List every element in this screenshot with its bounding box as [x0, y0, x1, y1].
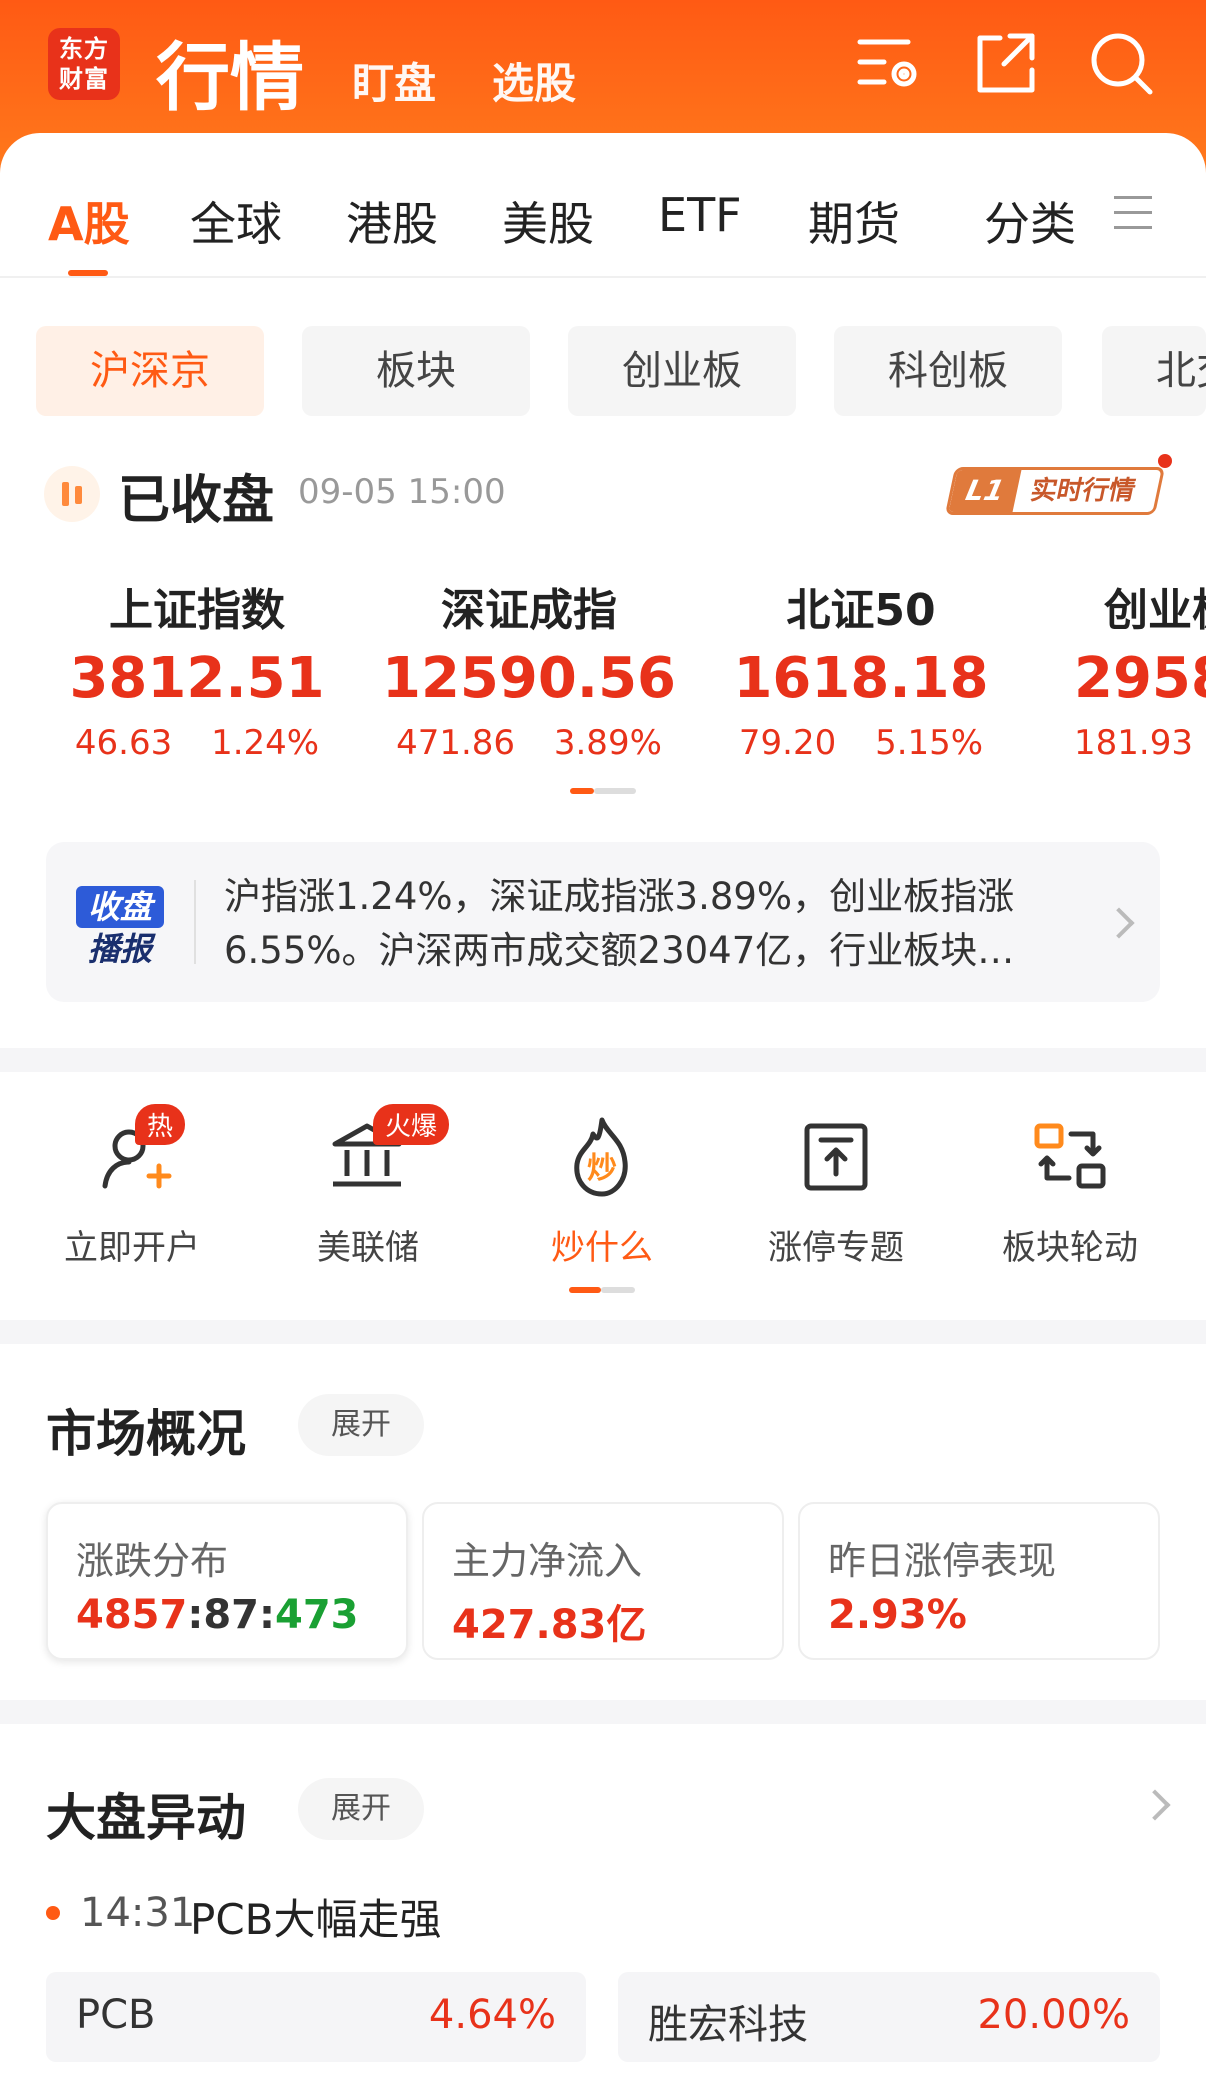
- chip-sector[interactable]: 板块: [302, 326, 530, 416]
- tab-a-shares[interactable]: A股: [48, 188, 130, 254]
- chip-star[interactable]: 科创板: [834, 326, 1062, 416]
- menu-icon[interactable]: [1114, 196, 1152, 236]
- tab-futures[interactable]: 期货: [808, 188, 900, 254]
- expand-button[interactable]: 展开: [298, 1394, 424, 1456]
- market-movement-title: 大盘异动: [46, 1789, 246, 1847]
- index-name: 北证50: [786, 585, 936, 636]
- market-overview-title: 市场概况: [46, 1405, 246, 1463]
- rotate-icon: [1034, 1123, 1106, 1189]
- limit-up-value: 2.93%: [828, 1592, 967, 1638]
- trending-badge: 火爆: [373, 1104, 450, 1145]
- tab-hk[interactable]: 港股: [346, 188, 438, 254]
- broadcast-text: 沪指涨1.24%，深证成指涨3.89%，创业板指涨6.55%。沪深两市成交额23…: [224, 875, 1015, 972]
- stock-row-pcb[interactable]: PCB 4.64%: [46, 1972, 586, 2062]
- quick-action-label: 涨停专题: [768, 1228, 904, 1268]
- index-change: 471.86 3.89%: [396, 723, 662, 763]
- quick-action-open-account[interactable]: 热 立即开户: [32, 1104, 232, 1269]
- quick-action-label: 美联储: [317, 1228, 419, 1268]
- fire-icon: 炒: [574, 1117, 628, 1197]
- quick-action-label: 板块轮动: [1002, 1228, 1138, 1268]
- notification-dot: [1158, 454, 1172, 468]
- index-change: 181.93: [1074, 723, 1193, 763]
- section-gap: [0, 1700, 1206, 1724]
- fire-glyph: 炒: [587, 1151, 617, 1186]
- net-inflow-value: 427.83亿: [452, 1602, 647, 1648]
- index-name: 创业板指: [1104, 585, 1206, 636]
- index-price: 12590.56: [381, 646, 677, 711]
- closing-broadcast[interactable]: 收盘 播报 沪指涨1.24%，深证成指涨3.89%，创业板指涨6.55%。沪深两…: [46, 842, 1160, 1002]
- broadcast-logo: 收盘 播报: [76, 886, 164, 970]
- stock-name: PCB: [76, 1992, 156, 2038]
- broadcast-logo-line1: 收盘: [76, 886, 164, 928]
- tab-category[interactable]: 分类: [984, 188, 1076, 254]
- stock-row-shenghong[interactable]: 胜宏科技 20.00%: [618, 1972, 1160, 2062]
- page-title: 行情: [156, 35, 304, 121]
- quick-action-what-to-trade[interactable]: 炒 炒什么: [502, 1112, 702, 1293]
- expand-button[interactable]: 展开: [298, 1778, 424, 1840]
- market-time: 09-05 15:00: [298, 472, 506, 512]
- index-card-sz[interactable]: 深证成指 12590.56 471.86 3.89%: [364, 574, 694, 763]
- index-price: 1618.18: [733, 646, 989, 711]
- tab-global[interactable]: 全球: [190, 188, 282, 254]
- realtime-quote-badge[interactable]: L1 实时行情: [944, 467, 1166, 515]
- quick-action-label: 立即开户: [64, 1228, 200, 1268]
- l1-label: L1: [948, 470, 1022, 512]
- section-gap: [0, 1048, 1206, 1072]
- realtime-label: 实时行情: [1027, 476, 1139, 506]
- stock-pct: 4.64%: [428, 1992, 556, 2038]
- chip-hushenjing[interactable]: 沪深京: [36, 326, 264, 416]
- divider: [0, 276, 1206, 278]
- chevron-right-icon: [1103, 907, 1135, 939]
- carousel-indicator: [570, 788, 636, 794]
- header-link-picker[interactable]: 选股: [492, 50, 576, 111]
- market-status: 已收盘: [118, 471, 275, 531]
- broadcast-logo-line2: 播报: [87, 930, 152, 968]
- stock-pct: 20.00%: [977, 1992, 1130, 2038]
- index-change: 79.20 5.15%: [738, 723, 984, 763]
- candlestick-icon: [44, 466, 100, 522]
- index-change: 46.63 1.24%: [74, 723, 320, 763]
- card-title: 昨日涨停表现: [828, 1539, 1057, 1583]
- broadcast-divider: [194, 880, 196, 964]
- stock-name: 胜宏科技: [648, 2002, 808, 2048]
- event-dot: [46, 1906, 60, 1920]
- up-down-value: 4857:87:473: [76, 1592, 359, 1638]
- quick-action-label: 炒什么: [551, 1228, 653, 1268]
- card-yesterday-limit-up[interactable]: 昨日涨停表现 2.93%: [798, 1502, 1160, 1660]
- event-title[interactable]: PCB大幅走强: [190, 1886, 441, 1947]
- app-logo[interactable]: 东方财富: [48, 28, 120, 100]
- event-time: 14:31: [80, 1890, 196, 1936]
- logo-text: 东方财富: [59, 35, 109, 93]
- search-icon[interactable]: [1086, 28, 1158, 100]
- chip-bse[interactable]: 北交: [1102, 326, 1206, 416]
- section-gap: [0, 1320, 1206, 1344]
- index-name: 上证指数: [109, 585, 285, 636]
- index-name: 深证成指: [441, 585, 617, 636]
- up-count: 4857: [76, 1592, 188, 1638]
- index-card-sh[interactable]: 上证指数 3812.51 46.63 1.24%: [32, 574, 362, 763]
- tab-us[interactable]: 美股: [502, 188, 594, 254]
- active-indicator: [569, 1287, 635, 1293]
- header-link-watch[interactable]: 盯盘: [352, 50, 436, 111]
- card-title: 主力净流入: [452, 1539, 643, 1583]
- quick-action-fed[interactable]: 火爆 美联储: [268, 1104, 468, 1269]
- index-card-cyb-clip: 创业板指 2958 181.93: [1040, 574, 1206, 774]
- index-card-bj50[interactable]: 北证50 1618.18 79.20 5.15%: [696, 574, 1026, 763]
- flat-count: 87: [203, 1592, 259, 1638]
- tab-etf[interactable]: ETF: [658, 188, 742, 242]
- index-price: 2958: [1074, 646, 1206, 711]
- quick-action-sector-rotation[interactable]: 板块轮动: [970, 1112, 1170, 1269]
- hot-badge: 热: [135, 1104, 186, 1145]
- quick-action-limit-up[interactable]: 涨停专题: [736, 1112, 936, 1269]
- card-title: 涨跌分布: [76, 1539, 229, 1583]
- card-main-net-inflow[interactable]: 主力净流入 427.83亿: [422, 1502, 784, 1660]
- index-price: 3812.51: [69, 646, 325, 711]
- settings-list-icon[interactable]: [852, 28, 924, 100]
- index-card-cyb[interactable]: 创业板指 2958 181.93: [1040, 574, 1206, 763]
- share-icon[interactable]: [970, 28, 1042, 100]
- card-up-down-distribution[interactable]: 涨跌分布 4857:87:473: [46, 1502, 408, 1660]
- chip-chinext[interactable]: 创业板: [568, 326, 796, 416]
- limit-up-icon: [804, 1123, 868, 1191]
- down-count: 473: [275, 1592, 359, 1638]
